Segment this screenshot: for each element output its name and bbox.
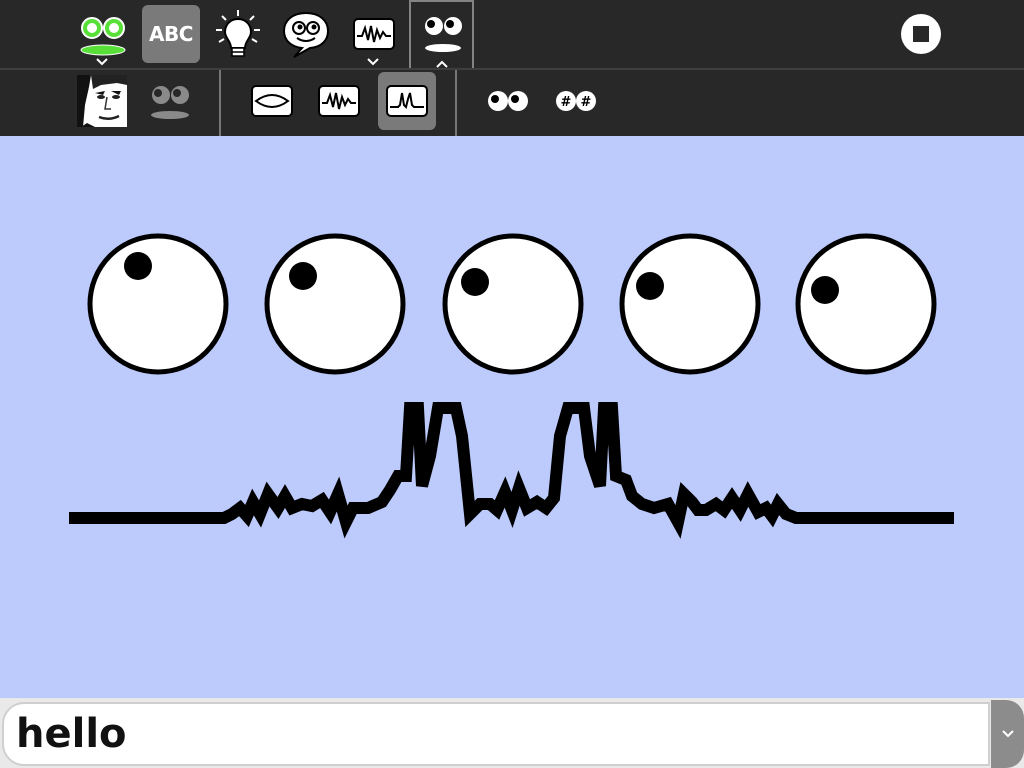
chevron-down-icon[interactable] bbox=[366, 57, 380, 67]
face-canvas bbox=[69, 233, 954, 539]
chevron-down-icon[interactable] bbox=[95, 57, 109, 67]
abc-label: ABC bbox=[149, 22, 193, 46]
svg-text:#: # bbox=[561, 95, 572, 110]
main-toolbar: ABC bbox=[0, 0, 1024, 70]
pupil bbox=[811, 276, 839, 304]
pupil bbox=[289, 262, 317, 290]
eye bbox=[795, 233, 937, 375]
pupil bbox=[124, 252, 152, 280]
activity-icon[interactable] bbox=[74, 5, 132, 63]
face-tab[interactable] bbox=[409, 0, 474, 70]
eyes-round-icon[interactable] bbox=[479, 72, 537, 130]
pupil bbox=[461, 268, 489, 296]
eye bbox=[87, 233, 229, 375]
chevron-down-icon bbox=[1001, 730, 1014, 738]
stop-icon[interactable] bbox=[892, 5, 950, 63]
mouth-wave-icon[interactable] bbox=[310, 72, 368, 130]
mouth-oval-icon[interactable] bbox=[243, 72, 301, 130]
history-dropdown-button[interactable] bbox=[991, 700, 1024, 768]
face-sub-toolbar: # # bbox=[0, 68, 1024, 136]
separator bbox=[455, 70, 457, 136]
eyes bbox=[87, 233, 937, 375]
abc-text-tool[interactable]: ABC bbox=[142, 5, 200, 63]
eye bbox=[264, 233, 406, 375]
eyes-hash-icon[interactable]: # # bbox=[547, 72, 605, 130]
svg-text:#: # bbox=[581, 95, 592, 110]
photo-face-icon[interactable] bbox=[73, 72, 131, 130]
gray-face-icon[interactable] bbox=[141, 72, 199, 130]
speech-text-input[interactable] bbox=[2, 702, 990, 766]
eye bbox=[619, 233, 761, 375]
separator bbox=[219, 70, 221, 136]
mouth-peak-icon[interactable] bbox=[378, 72, 436, 130]
lightbulb-icon[interactable] bbox=[209, 5, 267, 63]
speech-bubble-icon[interactable] bbox=[277, 5, 335, 63]
waveform-icon[interactable] bbox=[345, 5, 403, 63]
eye bbox=[442, 233, 584, 375]
pupil bbox=[636, 272, 664, 300]
mouth-waveform bbox=[69, 402, 954, 539]
